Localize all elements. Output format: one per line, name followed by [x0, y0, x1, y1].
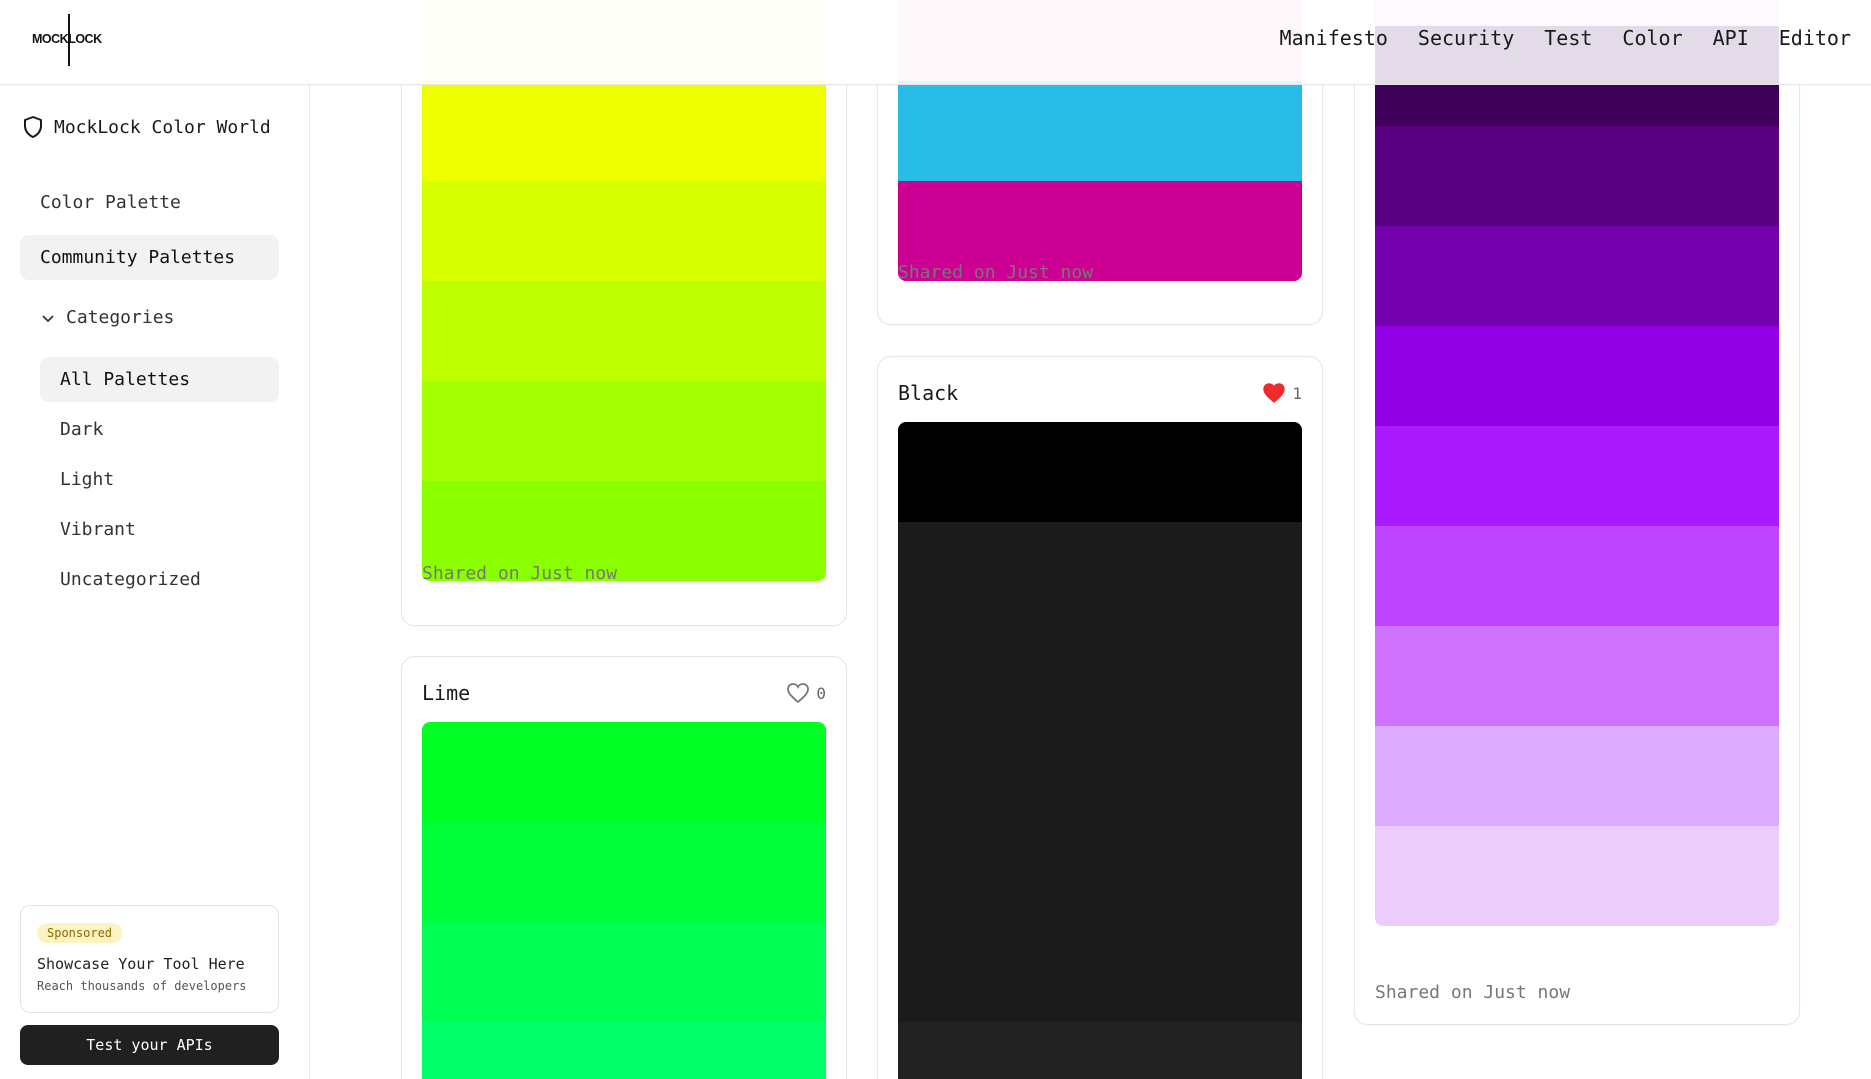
palette-swatches — [898, 422, 1302, 1079]
mocklock-logo[interactable]: MOCKLOCK — [32, 14, 106, 66]
categories-toggle[interactable]: Categories — [40, 307, 174, 328]
sponsor-subtitle: Reach thousands of developers — [37, 979, 247, 993]
category-label: Light — [60, 469, 115, 490]
shared-date: Shared on Just now — [898, 262, 1094, 283]
color-swatch[interactable] — [422, 722, 826, 822]
color-swatch[interactable] — [898, 922, 1302, 1022]
color-swatch[interactable] — [1375, 226, 1779, 326]
category-dark[interactable]: Dark — [40, 407, 279, 452]
category-label: Uncategorized — [60, 569, 201, 590]
nav-editor[interactable]: Editor — [1779, 26, 1851, 50]
like-count: 1 — [1292, 383, 1302, 403]
nav-color[interactable]: Color — [1622, 26, 1682, 50]
nav-manifesto[interactable]: Manifesto — [1280, 26, 1388, 50]
logo-divider — [68, 14, 70, 66]
palette-swatches — [422, 722, 826, 1079]
category-label: All Palettes — [60, 369, 191, 390]
color-swatch[interactable] — [422, 381, 826, 481]
like-count: 0 — [816, 683, 826, 703]
card-header: Lime 0 — [422, 679, 826, 707]
sidebar-brand[interactable]: MockLock Color World — [22, 115, 271, 139]
color-swatch[interactable] — [422, 281, 826, 381]
color-swatch[interactable] — [898, 622, 1302, 722]
sponsored-badge: Sponsored — [37, 923, 123, 943]
chevron-down-icon — [42, 314, 54, 322]
color-swatch[interactable] — [898, 522, 1302, 622]
palette-swatches — [1375, 0, 1779, 926]
nav-api[interactable]: API — [1713, 26, 1749, 50]
color-swatch[interactable] — [1375, 326, 1779, 426]
palette-title: Black — [898, 381, 959, 405]
top-nav: Manifesto Security Test Color API Editor — [1280, 26, 1851, 50]
shared-date: Shared on Just now — [1375, 982, 1571, 1003]
color-swatch[interactable] — [422, 922, 826, 1022]
sidebar-item-label: Color Palette — [40, 192, 181, 213]
color-swatch[interactable] — [898, 422, 1302, 522]
category-label: Vibrant — [60, 519, 136, 540]
color-swatch[interactable] — [422, 81, 826, 181]
palette-swatches — [422, 0, 826, 581]
nav-security[interactable]: Security — [1418, 26, 1514, 50]
sponsor-title: Showcase Your Tool Here — [37, 955, 245, 973]
category-light[interactable]: Light — [40, 457, 279, 502]
color-swatch[interactable] — [1375, 526, 1779, 626]
brand-label: MockLock Color World — [54, 116, 271, 138]
sidebar-item-label: Community Palettes — [40, 247, 236, 268]
color-swatch[interactable] — [422, 1022, 826, 1079]
color-swatch[interactable] — [898, 722, 1302, 822]
sidebar-item-color-palette[interactable]: Color Palette — [20, 180, 279, 225]
color-swatch[interactable] — [1375, 626, 1779, 726]
color-swatch[interactable] — [898, 822, 1302, 922]
sidebar-item-community-palettes[interactable]: Community Palettes — [20, 235, 279, 280]
color-swatch[interactable] — [898, 81, 1302, 181]
palette-card-yellow[interactable]: Shared on Just now — [401, 0, 847, 626]
top-header: MOCKLOCK Manifesto Security Test Color A… — [0, 0, 1871, 85]
palette-card-purple[interactable]: Shared on Just now — [1354, 0, 1800, 1025]
categories-label: Categories — [66, 307, 175, 328]
sidebar: MockLock Color World Color Palette Commu… — [0, 85, 310, 1079]
color-swatch[interactable] — [1375, 726, 1779, 826]
color-swatch[interactable] — [1375, 126, 1779, 226]
category-uncategorized[interactable]: Uncategorized — [40, 557, 279, 602]
palette-title: Lime — [422, 681, 471, 705]
palette-card-lime[interactable]: Lime 0 — [401, 656, 847, 1079]
color-swatch[interactable] — [1375, 426, 1779, 526]
nav-test[interactable]: Test — [1544, 26, 1592, 50]
like-button[interactable]: 0 — [786, 682, 826, 704]
color-swatch[interactable] — [422, 822, 826, 922]
color-swatch[interactable] — [1375, 826, 1779, 926]
category-all-palettes[interactable]: All Palettes — [40, 357, 279, 402]
heart-filled-icon — [1263, 383, 1286, 403]
color-swatch[interactable] — [898, 1022, 1302, 1079]
shield-icon — [24, 116, 42, 138]
like-button[interactable]: 1 — [1262, 382, 1302, 404]
test-apis-button[interactable]: Test your APIs — [20, 1025, 279, 1065]
category-label: Dark — [60, 419, 104, 440]
heart-outline-icon — [787, 683, 810, 704]
color-swatch[interactable] — [422, 181, 826, 281]
palette-card-black[interactable]: Black 1 — [877, 356, 1323, 1079]
shared-date: Shared on Just now — [422, 563, 618, 584]
sponsor-box[interactable]: Sponsored Showcase Your Tool Here Reach … — [20, 905, 279, 1013]
category-vibrant[interactable]: Vibrant — [40, 507, 279, 552]
card-header: Black 1 — [898, 379, 1302, 407]
